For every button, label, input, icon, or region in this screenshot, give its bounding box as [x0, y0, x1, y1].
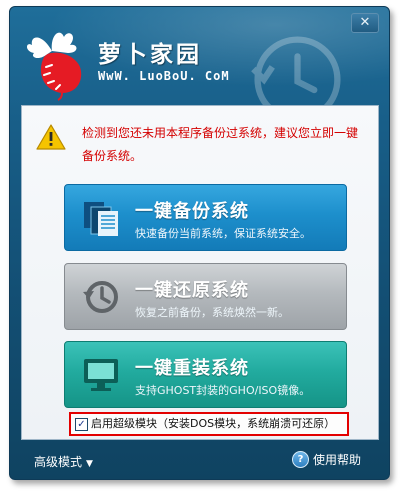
warning-icon: [36, 124, 66, 150]
restore-system-title: 一键还原系统: [135, 280, 249, 301]
reinstall-system-subtitle: 支持GHOST封装的GHO/ISO镜像。: [135, 384, 311, 397]
backup-system-title: 一键备份系统: [135, 201, 249, 222]
backup-system-subtitle: 快速备份当前系统，保证系统安全。: [135, 227, 311, 240]
reinstall-system-title: 一键重装系统: [135, 358, 249, 379]
radish-logo: [27, 32, 82, 101]
history-clock-icon: [83, 281, 118, 313]
help-icon: ?: [291, 451, 309, 468]
help-link[interactable]: ? 使用帮助: [291, 451, 361, 468]
reinstall-system-button[interactable]: 一键重装系统 支持GHOST封装的GHO/ISO镜像。: [64, 341, 347, 408]
warning-message: 检测到您还未用本程序备份过系统，建议您立即一键备份系统。: [82, 126, 359, 163]
help-label: 使用帮助: [312, 453, 361, 467]
brand-url: WwW. LuoBoU. CoM: [98, 69, 230, 83]
monitor-icon: [84, 359, 118, 391]
advanced-mode-dropdown[interactable]: 高级模式 ▼: [34, 453, 93, 470]
super-mode-checkbox[interactable]: ✓: [75, 418, 88, 431]
close-button[interactable]: ✕: [351, 13, 379, 33]
restore-system-button[interactable]: 一键还原系统 恢复之前备份，系统焕然一新。: [64, 263, 347, 330]
brand-title: 萝卜家园: [98, 42, 202, 68]
super-mode-label: 启用超级模块（安装DOS模块，系统崩溃可还原）: [91, 417, 336, 430]
app-window: ✕ 萝卜家园 WwW. LuoBoU. CoM 检测到您还未用本程序备份过系统，…: [9, 6, 390, 480]
documents-icon: [84, 202, 118, 236]
chevron-down-icon: ▼: [86, 459, 93, 469]
restore-system-subtitle: 恢复之前备份，系统焕然一新。: [135, 306, 289, 319]
main-panel: 检测到您还未用本程序备份过系统，建议您立即一键备份系统。 一键备份系统 快速备份…: [21, 105, 379, 440]
super-mode-option[interactable]: ✓ 启用超级模块（安装DOS模块，系统崩溃可还原）: [69, 412, 349, 436]
backup-system-button[interactable]: 一键备份系统 快速备份当前系统，保证系统安全。: [64, 184, 347, 251]
advanced-mode-label: 高级模式: [34, 455, 83, 469]
